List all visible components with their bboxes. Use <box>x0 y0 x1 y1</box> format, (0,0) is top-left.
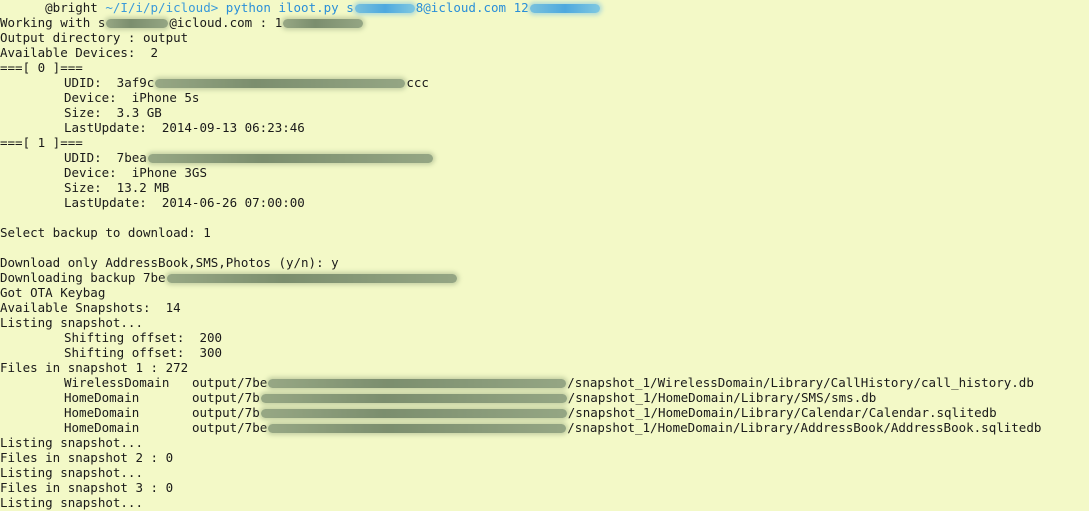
device1-lastupdate: LastUpdate: 2014-06-26 07:00:00 <box>64 195 305 210</box>
working-email: @icloud.com : 1 <box>169 15 283 30</box>
file-domain: HomeDomain <box>64 390 140 405</box>
listing-snapshot-line: Listing snapshot... <box>0 315 143 330</box>
device1-model: Device: iPhone 3GS <box>64 165 207 180</box>
redacted-path <box>260 409 567 418</box>
file-path-prefix: output/7be <box>192 375 268 390</box>
redacted-path <box>260 394 567 403</box>
files-in-snapshot-line: Files in snapshot 1 : 272 <box>0 360 189 375</box>
redacted-password <box>529 4 600 13</box>
prompt-command: python iloot.py <box>225 0 339 15</box>
file-domain: WirelessDomain <box>64 375 170 390</box>
downloading-prefix: Downloading backup 7be <box>0 270 166 285</box>
redacted-user <box>106 19 169 28</box>
working-with-line: Working with s @icloud.com : 1 <box>0 15 364 30</box>
file-row: HomeDomain output/7b/snapshot_1/HomeDomai… <box>64 405 997 420</box>
listing-snapshot-line: Listing snapshot... <box>0 435 143 450</box>
device0-lastupdate: LastUpdate: 2014-09-13 06:23:46 <box>64 120 305 135</box>
redacted-backup-id <box>166 274 457 283</box>
files-in-snapshot-line: Files in snapshot 3 : 0 <box>0 480 174 495</box>
device0-size: Size: 3.3 GB <box>64 105 162 120</box>
device1-udid-label: UDID: 7bea <box>64 150 147 165</box>
device0-udid-tail: ccc <box>406 75 429 90</box>
device1-udid: UDID: 7bea <box>64 150 434 165</box>
got-keybag-line: Got OTA Keybag <box>0 285 106 300</box>
prompt-path: ~/I/i/p/icloud> <box>105 0 219 15</box>
file-row: HomeDomain output/7be/snapshot_1/HomeDoma… <box>64 420 1041 435</box>
shifting-offset-line: Shifting offset: 300 <box>64 345 223 360</box>
file-domain: HomeDomain <box>64 420 140 435</box>
file-path: /snapshot_1/HomeDomain/Library/AddressBo… <box>567 420 1042 435</box>
redacted-udid <box>147 154 433 163</box>
device1-header: ===[ 1 ]=== <box>0 135 83 150</box>
file-row: WirelessDomain output/7be/snapshot_1/Wire… <box>64 375 1034 390</box>
files-in-snapshot-line: Files in snapshot 2 : 0 <box>0 450 174 465</box>
device0-model: Device: iPhone 5s <box>64 90 200 105</box>
file-path-prefix: output/7b <box>192 390 260 405</box>
prompt-arg-email-suffix: 8@icloud.com <box>415 0 507 15</box>
download-only-line: Download only AddressBook,SMS,Photos (y/… <box>0 255 339 270</box>
file-path: /snapshot_1/HomeDomain/Library/Calendar/… <box>567 405 997 420</box>
downloading-backup-line: Downloading backup 7be <box>0 270 458 285</box>
prompt-line: @bright ~/I/i/p/icloud> python iloot.py … <box>0 0 601 15</box>
available-snapshots-line: Available Snapshots: 14 <box>0 300 181 315</box>
device0-header: ===[ 0 ]=== <box>0 60 83 75</box>
device1-size: Size: 13.2 MB <box>64 180 170 195</box>
device0-udid-label: UDID: 3af9c <box>64 75 155 90</box>
listing-snapshot-line: Listing snapshot... <box>0 465 143 480</box>
prompt-host: @bright <box>45 0 98 15</box>
file-path: /snapshot_1/WirelessDomain/Library/CallH… <box>567 375 1034 390</box>
file-domain: HomeDomain <box>64 405 140 420</box>
available-devices-line: Available Devices: 2 <box>0 45 159 60</box>
listing-snapshot-line: Listing snapshot... <box>0 495 143 510</box>
redacted-path <box>268 379 567 388</box>
file-path-prefix: output/7b <box>192 405 260 420</box>
file-path: /snapshot_1/HomeDomain/Library/SMS/sms.d… <box>567 390 877 405</box>
output-directory-line: Output directory : output <box>0 30 189 45</box>
working-user-prefix: s <box>97 15 106 30</box>
shifting-offset-line: Shifting offset: 200 <box>64 330 223 345</box>
select-backup-line: Select backup to download: 1 <box>0 225 211 240</box>
file-row: HomeDomain output/7b/snapshot_1/HomeDomai… <box>64 390 876 405</box>
prompt-arg-pass-prefix: 12 <box>513 0 529 15</box>
terminal-window[interactable]: @bright ~/I/i/p/icloud> python iloot.py … <box>0 0 1089 511</box>
redacted-path <box>268 424 567 433</box>
device0-udid: UDID: 3af9c ccc <box>64 75 429 90</box>
file-path-prefix: output/7be <box>192 420 268 435</box>
redacted-id <box>283 19 364 28</box>
redacted-email <box>354 4 415 13</box>
redacted-udid <box>155 79 406 88</box>
working-prefix: Working with <box>0 15 98 30</box>
prompt-arg-email-prefix: s <box>346 0 354 15</box>
